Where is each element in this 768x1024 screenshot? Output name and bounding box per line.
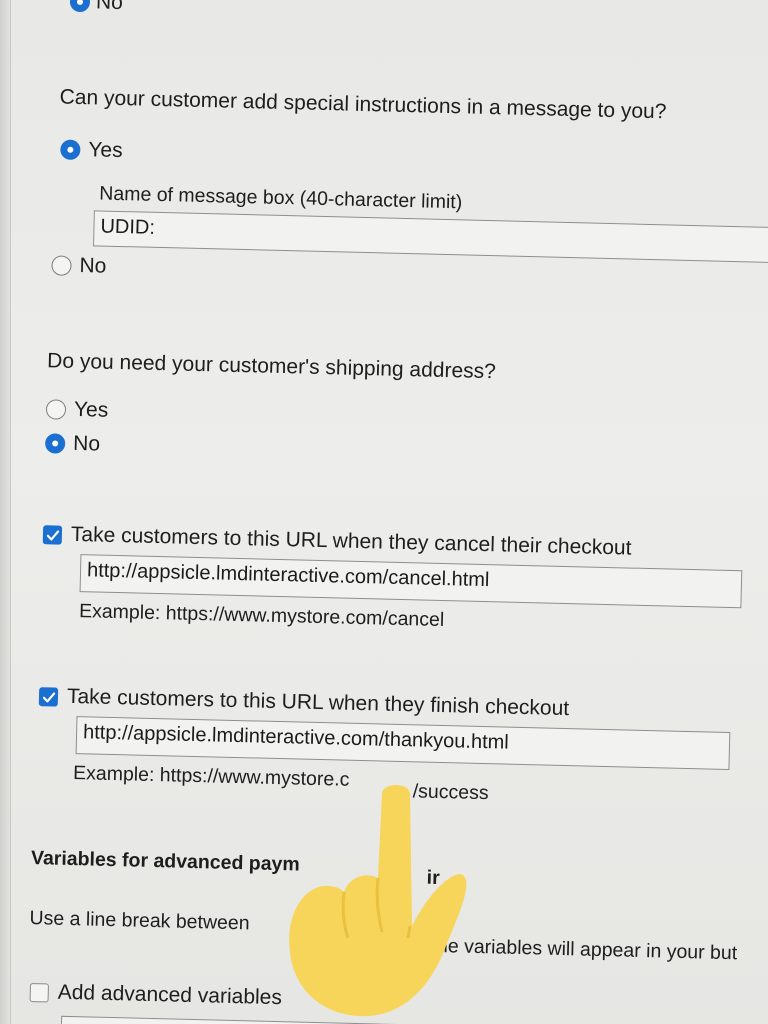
shipping-no-radio-icon[interactable] — [44, 433, 66, 454]
message-box-name-input[interactable]: UDID: — [93, 210, 768, 264]
special-instructions-no-radio-icon[interactable] — [51, 255, 72, 276]
top-no-label: No — [95, 0, 124, 14]
finish-url-label: Take customers to this URL when they fin… — [66, 684, 570, 721]
advanced-variables-heading-left: Variables for advanced paym — [30, 847, 301, 876]
finish-url-checkbox-icon[interactable] — [38, 687, 59, 707]
screen: No Can your customer add special instruc… — [0, 0, 768, 1024]
shipping-yes-label: Yes — [73, 397, 109, 422]
special-instructions-question: Can your customer add special instructio… — [59, 85, 667, 124]
finish-url-input[interactable]: http://appsicle.lmdinteractive.com/thank… — [75, 716, 731, 771]
pointing-finger-emoji — [289, 785, 467, 1017]
special-instructions-yes-radio-icon[interactable] — [60, 139, 81, 161]
advanced-variables-checkbox-label: Add advanced variables — [57, 980, 283, 1010]
cancel-url-example: Example: https://www.mystore.com/cancel — [78, 600, 445, 632]
special-instructions-yes-label: Yes — [88, 138, 123, 163]
checkmark-icon — [42, 692, 56, 703]
cancel-url-checkbox-icon[interactable] — [42, 525, 63, 545]
top-no-radio-icon[interactable] — [69, 0, 91, 13]
advanced-variables-description-left: Use a line break between — [29, 907, 250, 935]
cancel-url-label: Take customers to this URL when they can… — [70, 522, 632, 560]
shipping-no-label: No — [72, 431, 101, 456]
shipping-address-question: Do you need your customer's shipping add… — [46, 349, 497, 384]
advanced-variables-description-right: ne variables will appear in your but — [436, 934, 738, 965]
message-box-name-label: Name of message box (40-character limit) — [99, 182, 463, 214]
shipping-yes-radio-icon[interactable] — [45, 399, 67, 420]
special-instructions-no-label: No — [79, 254, 107, 278]
checkmark-icon — [46, 530, 60, 541]
cancel-url-input[interactable]: http://appsicle.lmdinteractive.com/cance… — [79, 554, 743, 609]
advanced-variables-checkbox-icon[interactable] — [29, 983, 49, 1003]
